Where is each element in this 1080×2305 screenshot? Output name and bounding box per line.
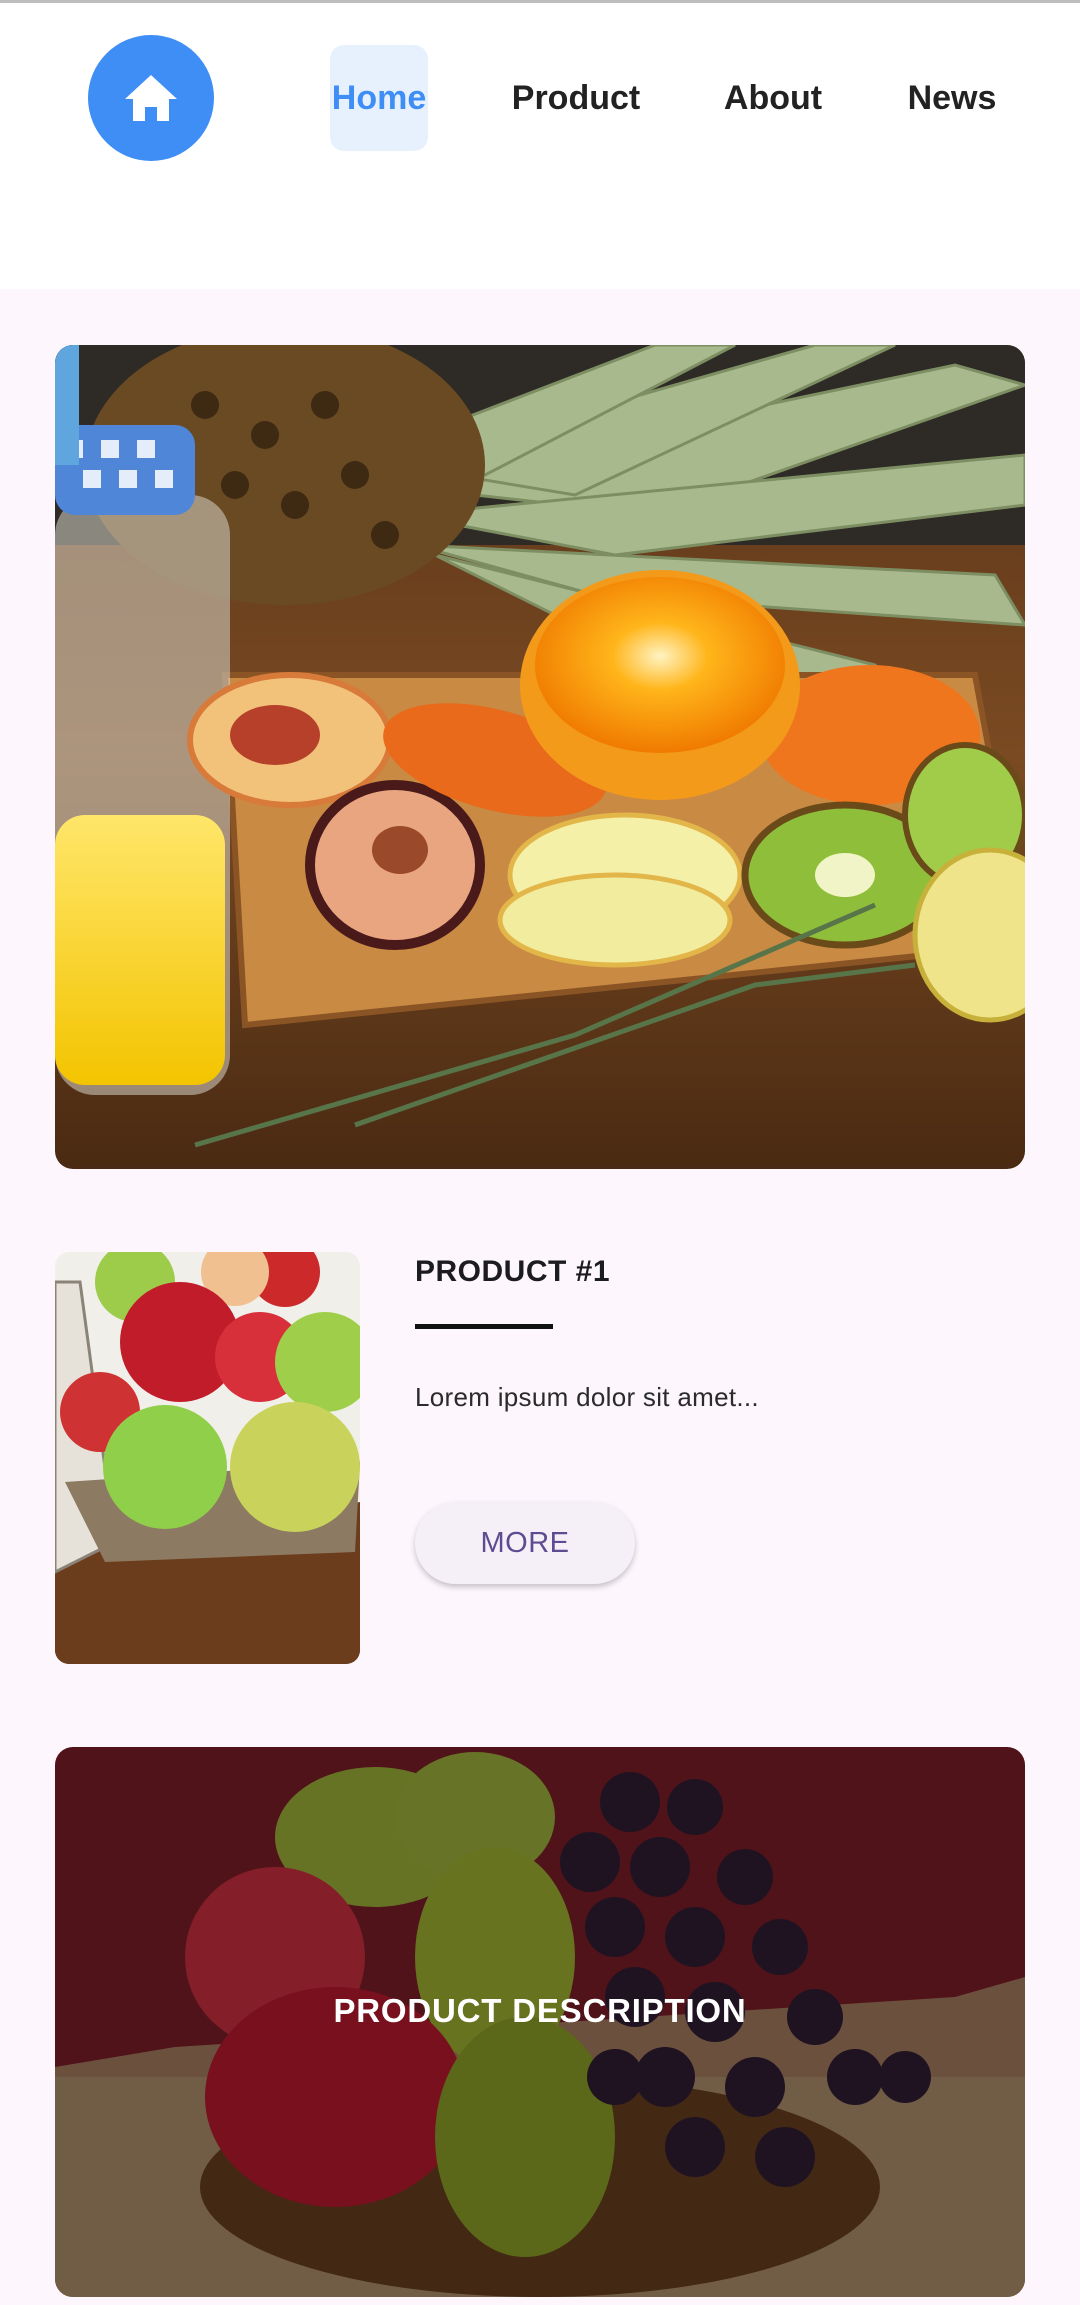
product-card: PRODUCT #1 Lorem ipsum dolor sit amet...… (55, 1252, 1025, 1664)
title-underline (415, 1324, 553, 1329)
product-description-label: PRODUCT DESCRIPTION (333, 1992, 747, 2029)
hero-image (55, 345, 1025, 1169)
more-button[interactable]: MORE (415, 1502, 635, 1584)
product-description-card[interactable]: PRODUCT DESCRIPTION (55, 1747, 1025, 2297)
product-description: Lorem ipsum dolor sit amet... (415, 1382, 759, 1412)
nav-product[interactable]: Product (505, 45, 647, 151)
app-header: Home Product About News (0, 3, 1080, 289)
nav-home[interactable]: Home (330, 45, 428, 151)
product-title: PRODUCT #1 (415, 1255, 611, 1288)
nav-news[interactable]: News (898, 45, 1006, 151)
nav-about[interactable]: About (717, 45, 829, 151)
home-logo-button[interactable] (88, 35, 214, 161)
product-image (55, 1252, 360, 1664)
home-icon (123, 73, 179, 123)
